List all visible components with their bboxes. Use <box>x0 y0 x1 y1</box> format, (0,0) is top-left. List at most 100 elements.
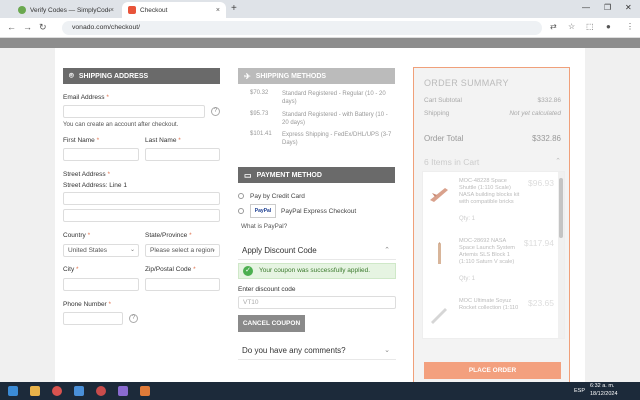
windows-start-icon[interactable] <box>8 386 18 396</box>
forward-icon[interactable]: → <box>23 22 32 32</box>
cart-scrollbar[interactable] <box>558 172 564 338</box>
tab-checkout[interactable]: Checkout × <box>122 2 226 18</box>
country-select[interactable]: United States ⌄ <box>63 244 139 257</box>
zip-label: Zip/Postal Code * <box>145 266 196 273</box>
browser-nav-bar: ← → ↻ vonado.com/checkout/ ⇄ ☆ ⬚ ● ⋮ <box>0 18 640 38</box>
country-label: Country * <box>63 232 91 239</box>
maximize-icon[interactable]: ❐ <box>604 3 611 12</box>
chevron-down-icon: ⌄ <box>384 347 390 354</box>
order-total-row: Order Total $332.86 <box>424 134 561 143</box>
order-summary-title: ORDER SUMMARY <box>424 78 509 88</box>
address-bar[interactable]: vonado.com/checkout/ <box>62 21 542 35</box>
payment-method-header: ▭ PAYMENT METHOD <box>238 167 395 183</box>
phone-field[interactable] <box>63 312 123 325</box>
paypal-label: PayPal Express Checkout <box>281 208 357 215</box>
account-note: You can create an account after checkout… <box>63 121 179 128</box>
tab-label: Checkout <box>140 6 168 14</box>
first-name-label: First Name * <box>63 137 100 144</box>
radio-button[interactable] <box>238 193 244 200</box>
chevron-down-icon: ⌄ <box>129 247 135 253</box>
cart-item: MOC Ultimate Soyuz Rocket collection (1:… <box>423 292 558 338</box>
new-tab-button[interactable]: + <box>231 3 237 14</box>
last-name-field[interactable] <box>145 148 220 161</box>
street-label: Street Address * <box>63 171 110 178</box>
location-pin-icon: ⌾ <box>69 71 74 80</box>
cart-item: MOC-28692 NASA Space Launch System Artem… <box>423 232 558 288</box>
tab-verify-codes[interactable]: Verify Codes — SimplyCodes × <box>12 2 120 18</box>
profile-icon[interactable]: ● <box>606 22 611 31</box>
zip-field[interactable] <box>145 278 220 291</box>
city-label: City * <box>63 266 79 273</box>
credit-card-icon: ▭ <box>244 170 252 180</box>
cart-subtotal-row: Cart Subtotal $332.86 <box>424 97 561 104</box>
cart-item: MOC-48228 Space Shuttle (1:110 Scale) NA… <box>423 172 558 228</box>
phone-label: Phone Number * <box>63 301 112 308</box>
email-field[interactable] <box>63 105 205 118</box>
minimize-icon[interactable]: — <box>582 3 590 12</box>
soyuz-rocket-thumbnail-icon <box>431 308 447 324</box>
state-select[interactable]: Please select a region ⌄ <box>145 244 220 257</box>
language-indicator[interactable]: ESP <box>574 388 585 394</box>
site-header-band <box>0 38 640 48</box>
street-sublabel: Street Address: Line 1 <box>63 182 127 189</box>
bookmark-star-icon[interactable]: ☆ <box>568 22 575 31</box>
rocket-thumbnail-icon <box>438 242 441 264</box>
shipping-address-header: ⌾ SHIPPING ADDRESS <box>63 68 220 84</box>
tab-close-icon[interactable]: × <box>216 7 220 14</box>
chevron-down-icon: ⌄ <box>210 247 216 253</box>
scrollbar-thumb[interactable] <box>559 178 563 238</box>
close-window-icon[interactable]: ✕ <box>625 3 632 12</box>
chevron-up-icon: ⌃ <box>384 247 390 254</box>
discount-code-field[interactable]: VT10 <box>238 296 396 309</box>
cancel-coupon-button[interactable]: CANCEL COUPON <box>238 315 305 332</box>
space-shuttle-thumbnail-icon <box>430 188 448 202</box>
cart-item-list[interactable]: MOC-48228 Space Shuttle (1:110 Scale) NA… <box>422 171 565 339</box>
chrome-icon[interactable] <box>52 386 62 396</box>
shipping-option[interactable]: $101.41 Express Shipping - FedEx/DHL/UPS… <box>238 131 396 149</box>
cart-items-toggle[interactable]: 6 Items in Cart ⌃ <box>424 157 561 167</box>
first-name-field[interactable] <box>63 148 139 161</box>
shipping-option[interactable]: $70.32 Standard Registered - Regular (10… <box>238 90 396 108</box>
back-icon[interactable]: ← <box>7 22 16 32</box>
place-order-button[interactable]: PLACE ORDER <box>424 362 561 379</box>
comments-toggle[interactable]: Do you have any comments? ⌄ <box>238 342 396 360</box>
app-icon[interactable] <box>140 386 150 396</box>
discount-code-label: Enter discount code <box>238 286 296 293</box>
city-field[interactable] <box>63 278 139 291</box>
street-line2-field[interactable] <box>63 209 220 222</box>
file-explorer-icon[interactable] <box>30 386 40 396</box>
tab-close-icon[interactable]: × <box>110 7 114 14</box>
app-icon[interactable] <box>118 386 128 396</box>
chrome-active-icon[interactable] <box>96 386 106 396</box>
browser-tab-bar: Verify Codes — SimplyCodes × Checkout × … <box>0 0 640 18</box>
checkmark-icon: ✓ <box>243 266 253 276</box>
apply-discount-toggle[interactable]: Apply Discount Code ⌃ <box>238 242 396 260</box>
paypal-logo-icon: PayPal <box>250 204 276 218</box>
state-label: State/Province * <box>145 232 192 239</box>
email-label: Email Address * <box>63 94 109 101</box>
menu-dots-icon[interactable]: ⋮ <box>626 22 634 31</box>
app-icon[interactable] <box>74 386 84 396</box>
pay-credit-card-option[interactable]: Pay by Credit Card <box>238 193 305 200</box>
what-is-paypal-link[interactable]: What is PayPal? <box>241 223 287 230</box>
shipping-option[interactable]: $95.73 Standard Registered - with Batter… <box>238 111 396 129</box>
pay-paypal-option[interactable] <box>238 208 248 215</box>
coupon-success-message: ✓ Your coupon was successfully applied. <box>238 263 396 279</box>
airplane-icon: ✈ <box>244 71 251 81</box>
shipping-row: Shipping Not yet calculated <box>424 110 561 117</box>
order-summary-panel: ORDER SUMMARY Cart Subtotal $332.86 Ship… <box>413 67 570 385</box>
tab-label: Verify Codes — SimplyCodes <box>30 6 110 14</box>
vonado-favicon-icon <box>128 6 136 14</box>
chevron-up-icon: ⌃ <box>555 158 561 165</box>
translate-icon[interactable]: ⇄ <box>550 22 557 31</box>
shipping-methods-header: ✈ SHIPPING METHODS <box>238 68 395 84</box>
help-icon[interactable]: ? <box>129 314 138 323</box>
radio-button[interactable] <box>238 208 244 215</box>
clock-time[interactable]: 6:32 a. m. <box>590 383 614 389</box>
simplycodes-favicon-icon <box>18 6 26 14</box>
extensions-icon[interactable]: ⬚ <box>586 22 594 31</box>
help-icon[interactable]: ? <box>211 107 220 116</box>
clock-date[interactable]: 18/12/2024 <box>590 391 618 397</box>
reload-icon[interactable]: ↻ <box>39 22 47 33</box>
street-line1-field[interactable] <box>63 192 220 205</box>
